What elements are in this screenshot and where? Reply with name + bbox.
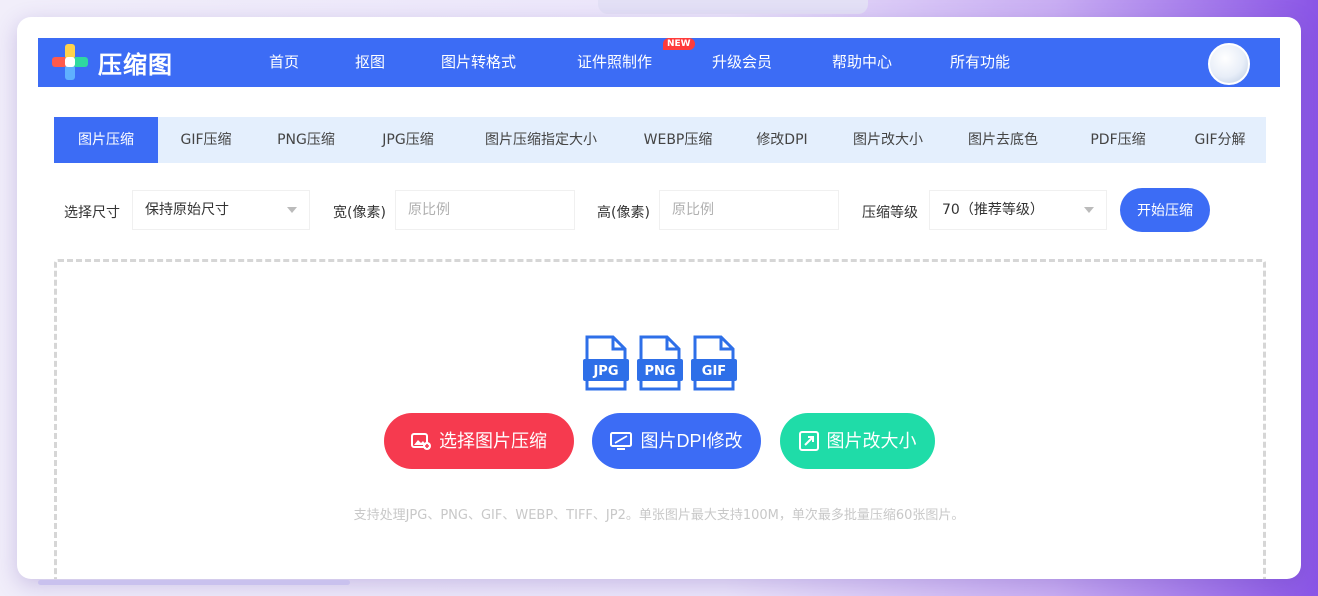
size-select-value: 保持原始尺寸 — [145, 202, 229, 218]
png-label: PNG — [644, 364, 675, 379]
user-avatar[interactable] — [1208, 43, 1250, 85]
tab-image-compress[interactable]: 图片压缩 — [54, 117, 158, 163]
upload-hint-text: 支持处理JPG、PNG、GIF、WEBP、TIFF、JP2。单张图片最大支持10… — [353, 508, 965, 523]
height-label: 高(像素) — [597, 205, 650, 221]
height-input[interactable]: 原比例 — [659, 190, 839, 230]
nav-id-photo[interactable]: 证件照制作 — [577, 51, 652, 72]
monitor-icon — [610, 432, 633, 450]
gif-file-icon: GIF — [691, 335, 737, 391]
site-logo[interactable]: 压缩图 — [52, 42, 173, 82]
image-upload-icon — [411, 433, 431, 450]
resize-icon — [798, 431, 819, 451]
image-resize-button[interactable]: 图片改大小 — [780, 413, 935, 469]
nav-cutout[interactable]: 抠图 — [355, 51, 385, 72]
jpg-label: JPG — [592, 364, 618, 379]
chevron-down-icon — [287, 207, 297, 213]
width-input[interactable]: 原比例 — [395, 190, 575, 230]
tab-gif-compress[interactable]: GIF压缩 — [158, 117, 254, 163]
level-select[interactable]: 70（推荐等级） — [929, 190, 1107, 230]
image-dpi-modify-label: 图片DPI修改 — [640, 431, 743, 451]
image-resize-label: 图片改大小 — [826, 431, 917, 451]
new-badge: NEW — [663, 38, 695, 50]
level-label: 压缩等级 — [862, 205, 918, 221]
tool-tabs: 图片压缩 GIF压缩 PNG压缩 JPG压缩 图片压缩指定大小 WEBP压缩 修… — [54, 117, 1266, 163]
select-image-compress-button[interactable]: 选择图片压缩 — [384, 413, 574, 469]
tab-remove-background[interactable]: 图片去底色 — [944, 117, 1062, 163]
tab-pdf-compress[interactable]: PDF压缩 — [1062, 117, 1174, 163]
tab-gif-split[interactable]: GIF分解 — [1174, 117, 1266, 163]
size-select[interactable]: 保持原始尺寸 — [132, 190, 310, 230]
logo-cross-icon — [52, 44, 88, 80]
nav-help-center[interactable]: 帮助中心 — [832, 51, 892, 72]
size-label: 选择尺寸 — [64, 205, 120, 221]
tab-jpg-compress[interactable]: JPG压缩 — [358, 117, 458, 163]
image-dpi-modify-button[interactable]: 图片DPI修改 — [592, 413, 761, 469]
gif-label: GIF — [702, 364, 726, 379]
tab-resize-image[interactable]: 图片改大小 — [832, 117, 944, 163]
logo-text: 压缩图 — [98, 50, 173, 79]
tab-webp-compress[interactable]: WEBP压缩 — [624, 117, 732, 163]
site-header: 压缩图 首页 抠图 图片转格式 证件照制作 NEW 升级会员 帮助中心 所有功能 — [38, 38, 1280, 87]
scroll-indicator — [38, 580, 350, 585]
screenshot-card: 压缩图 首页 抠图 图片转格式 证件照制作 NEW 升级会员 帮助中心 所有功能… — [17, 17, 1301, 579]
tab-modify-dpi[interactable]: 修改DPI — [732, 117, 832, 163]
png-file-icon: PNG — [637, 335, 683, 391]
width-label: 宽(像素) — [333, 205, 386, 221]
nav-home[interactable]: 首页 — [269, 51, 299, 72]
tab-compress-to-size[interactable]: 图片压缩指定大小 — [458, 117, 624, 163]
start-compress-button[interactable]: 开始压缩 — [1120, 188, 1210, 232]
browser-top-tab — [598, 0, 868, 14]
tab-png-compress[interactable]: PNG压缩 — [254, 117, 358, 163]
nav-all-features[interactable]: 所有功能 — [950, 51, 1010, 72]
select-image-compress-label: 选择图片压缩 — [439, 431, 547, 451]
chevron-down-icon — [1084, 207, 1094, 213]
nav-format-convert[interactable]: 图片转格式 — [441, 51, 516, 72]
nav-upgrade-vip[interactable]: 升级会员 — [712, 51, 772, 72]
jpg-file-icon: JPG — [583, 335, 629, 391]
level-select-value: 70（推荐等级） — [942, 202, 1044, 218]
